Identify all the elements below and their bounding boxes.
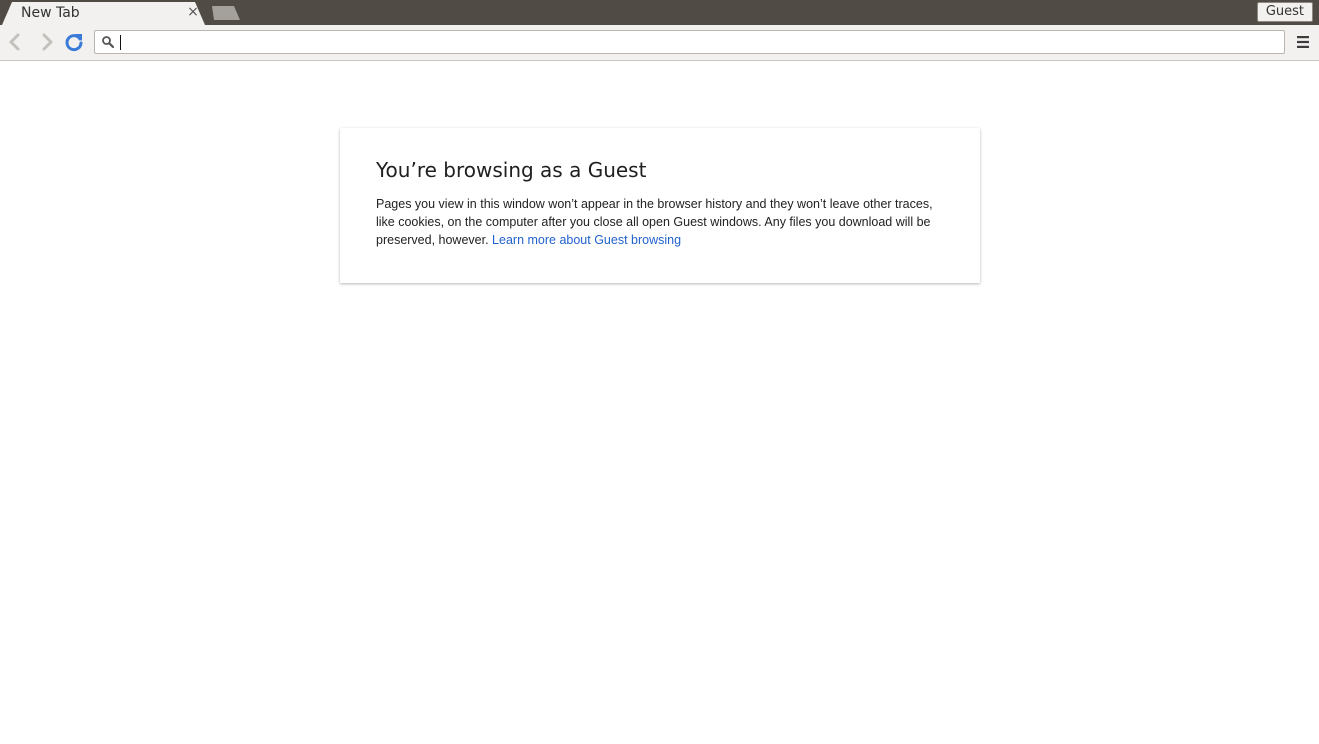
omnibox[interactable]: [94, 30, 1285, 54]
forward-arrow-icon: [42, 33, 53, 51]
new-tab-button[interactable]: [212, 6, 240, 20]
menu-button[interactable]: [1295, 34, 1311, 50]
profile-button[interactable]: Guest: [1256, 2, 1313, 22]
tab-strip: New Tab × Guest: [0, 0, 1319, 25]
tab-new-tab[interactable]: New Tab ×: [2, 2, 205, 25]
search-icon: [102, 36, 115, 49]
forward-button[interactable]: [35, 31, 57, 53]
learn-more-link[interactable]: Learn more about Guest browsing: [492, 233, 681, 247]
guest-info-card: You’re browsing as a Guest Pages you vie…: [340, 128, 980, 283]
reload-icon: [65, 34, 83, 52]
reload-button[interactable]: [63, 31, 85, 53]
tab-title: New Tab: [21, 5, 80, 21]
card-title: You’re browsing as a Guest: [376, 158, 647, 182]
toolbar: [0, 25, 1319, 61]
address-input[interactable]: [119, 32, 1273, 54]
text-caret: [120, 35, 121, 50]
back-arrow-icon: [9, 33, 20, 51]
card-body: Pages you view in this window won’t appe…: [376, 195, 944, 249]
page-content: You’re browsing as a Guest Pages you vie…: [0, 61, 1319, 744]
browser-window: New Tab × Guest You’re browsing as a Gue…: [0, 0, 1319, 744]
hamburger-menu-icon: [1297, 36, 1309, 48]
close-icon[interactable]: ×: [185, 4, 201, 20]
back-button[interactable]: [5, 31, 27, 53]
